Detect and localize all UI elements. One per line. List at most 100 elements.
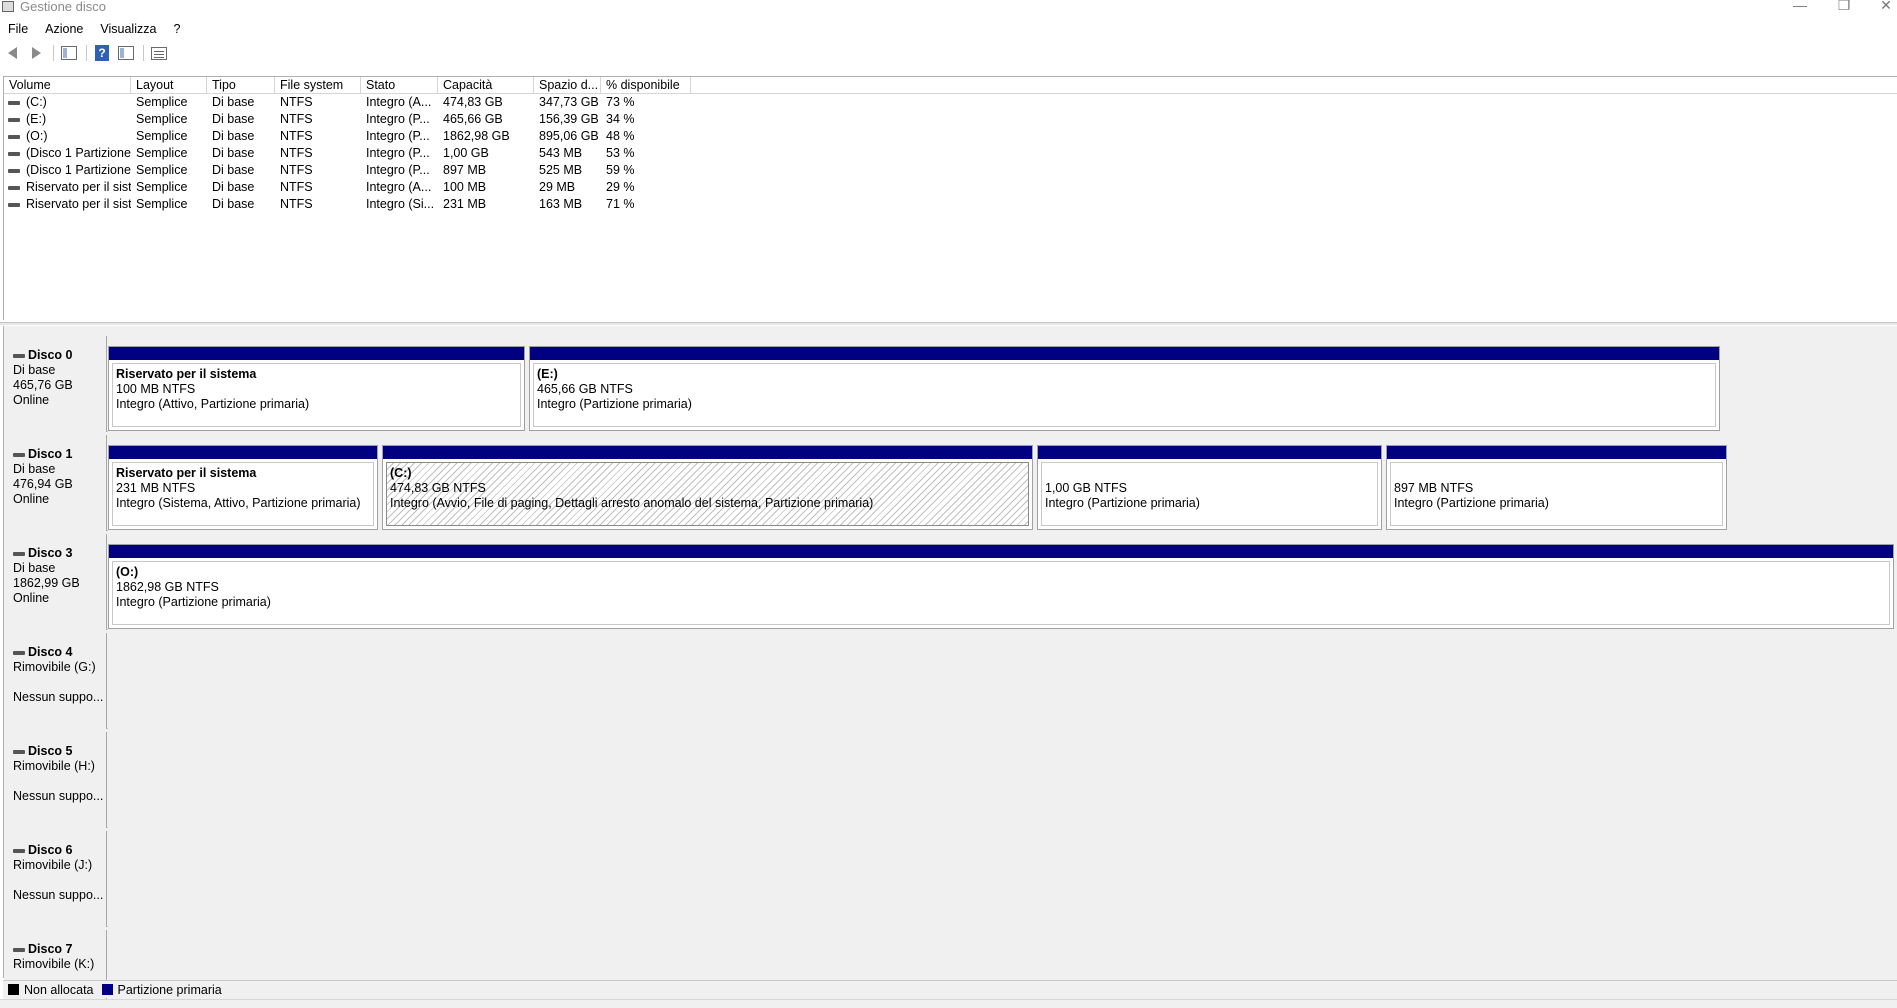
partition-details: (E:) 465,66 GB NTFS Integro (Partizione pr… [533, 363, 1716, 427]
properties-button[interactable] [116, 44, 136, 62]
partition-name [1394, 466, 1722, 481]
cell-layout: Semplice [136, 95, 188, 109]
partition-block[interactable]: 897 MB NTFS Integro (Partizione primaria) [1386, 445, 1727, 530]
cell-percent-disponibile: 34 % [606, 112, 635, 126]
cell-tipo: Di base [212, 95, 255, 109]
disk-name-text: Disco 6 [28, 843, 73, 857]
column-header-percent-disponibile[interactable]: % disponibile [601, 77, 691, 94]
disk-label[interactable]: Disco 3 Di base 1862,99 GB Online [4, 534, 107, 630]
cell-stato: Integro (Si... [366, 197, 435, 211]
partition-block[interactable]: Riservato per il sistema 231 MB NTFS Integ… [108, 445, 378, 530]
cell-tipo: Di base [212, 129, 255, 143]
partition-block[interactable]: Riservato per il sistema 100 MB NTFS Integ… [108, 346, 525, 431]
partition-bar [1038, 446, 1381, 459]
partition-name: (C:) [390, 466, 412, 480]
partition-block[interactable]: (C:) 474,83 GB NTFS Integro (Avvio, File d… [382, 445, 1033, 530]
table-row[interactable]: (E:) Semplice Di base NTFS Integro (P... 465,… [4, 111, 1897, 128]
partition-state: Integro (Attivo, Partizione primaria) [116, 397, 310, 411]
cell-spazio-disponibile: 29 MB [539, 180, 576, 194]
cell-tipo: Di base [212, 112, 255, 126]
disk-icon [13, 452, 25, 457]
cell-capacita: 100 MB [443, 180, 487, 194]
table-row[interactable]: (O:) Semplice Di base NTFS Integro (P... 1862… [4, 128, 1897, 145]
cell-capacita: 231 MB [443, 197, 487, 211]
column-header-stato[interactable]: Stato [361, 77, 438, 94]
back-button[interactable] [2, 44, 22, 62]
cell-stato: Integro (P... [366, 146, 430, 160]
volume-icon [8, 100, 20, 105]
volume-name: (C:) [26, 95, 47, 109]
disk-type: Di base [13, 462, 56, 476]
disk-type: Rimovibile (J:) [13, 858, 93, 872]
disk-name: Disco 6 [13, 843, 106, 858]
volume-name: Riservato per il sist... [26, 180, 131, 194]
column-header-volume[interactable]: Volume [4, 77, 131, 94]
partition-size: 1862,98 GB NTFS [116, 580, 219, 594]
column-header-layout[interactable]: Layout [131, 77, 207, 94]
menu-azione[interactable]: Azione [37, 18, 92, 40]
disk-label[interactable]: Disco 4 Rimovibile (G:) Nessun suppo... [4, 633, 107, 729]
partition-block[interactable]: (E:) 465,66 GB NTFS Integro (Partizione pr… [529, 346, 1720, 431]
cell-capacita: 474,83 GB [443, 95, 503, 109]
disk-status: Nessun suppo... [13, 789, 104, 803]
cell-spazio-disponibile: 895,06 GB [539, 129, 599, 143]
cell-percent-disponibile: 71 % [606, 197, 635, 211]
disk-status: Online [13, 492, 50, 506]
disk-label[interactable]: Disco 1 Di base 476,94 GB Online [4, 435, 107, 531]
legend: Non allocata Partizione primaria [3, 980, 1897, 998]
partition-bar [530, 347, 1719, 360]
legend-item-unallocated: Non allocata [8, 983, 94, 997]
table-row[interactable]: Riservato per il sist... Semplice Di base N… [4, 196, 1897, 213]
view-button[interactable] [149, 44, 169, 62]
cell-file-system: NTFS [280, 146, 313, 160]
column-header-file-system[interactable]: File system [275, 77, 361, 94]
partition-state: Integro (Sistema, Attivo, Partizione pri… [116, 496, 361, 510]
partition-block[interactable]: 1,00 GB NTFS Integro (Partizione primaria… [1037, 445, 1382, 530]
disk-row: Disco 4 Rimovibile (G:) Nessun suppo... [4, 633, 1897, 729]
close-button[interactable]: ✕ [1866, 0, 1897, 14]
partition-block[interactable]: (O:) 1862,98 GB NTFS Integro (Partizione p… [108, 544, 1894, 629]
column-header-spazio-disponibile[interactable]: Spazio d... [534, 77, 601, 94]
column-header-tipo[interactable]: Tipo [207, 77, 275, 94]
disk-label[interactable]: Disco 6 Rimovibile (J:) Nessun suppo... [4, 831, 107, 927]
console-tree-button[interactable] [59, 44, 79, 62]
disk-label[interactable]: Disco 5 Rimovibile (H:) Nessun suppo... [4, 732, 107, 828]
disk-name: Disco 5 [13, 744, 106, 759]
volume-icon [8, 168, 20, 173]
table-row[interactable]: Riservato per il sist... Semplice Di base N… [4, 179, 1897, 196]
help-button[interactable]: ? [92, 44, 112, 62]
forward-button[interactable] [26, 44, 46, 62]
column-header-capacita[interactable]: Capacità [438, 77, 534, 94]
volume-icon [8, 117, 20, 122]
table-row[interactable]: (C:) Semplice Di base NTFS Integro (A... 474,… [4, 94, 1897, 111]
disk-icon [13, 650, 25, 655]
volume-list[interactable]: Volume Layout Tipo File system Stato Cap… [3, 76, 1897, 320]
volume-name: (Disco 1 Partizione... [26, 146, 131, 160]
maximize-button[interactable]: ❐ [1824, 0, 1864, 14]
table-row[interactable]: (Disco 1 Partizione... Semplice Di base NTF… [4, 162, 1897, 179]
cell-capacita: 1862,98 GB [443, 129, 510, 143]
help-icon: ? [95, 45, 109, 61]
volume-icon [8, 202, 20, 207]
toolbar-separator [53, 45, 54, 61]
legend-swatch-unallocated [8, 984, 19, 995]
table-row[interactable]: (Disco 1 Partizione... Semplice Di base NTF… [4, 145, 1897, 162]
volume-list-header: Volume Layout Tipo File system Stato Cap… [4, 77, 1897, 94]
partition-name: (O:) [116, 565, 139, 579]
console-tree-icon [61, 46, 77, 60]
cell-volume: Riservato per il sist... [4, 196, 131, 213]
minimize-button[interactable]: — [1780, 0, 1820, 14]
toolbar-separator [86, 45, 87, 61]
menu-visualizza[interactable]: Visualizza [92, 18, 165, 40]
menu-file[interactable]: File [0, 18, 37, 40]
title-bar: Gestione disco — ❐ ✕ [0, 0, 1897, 14]
toolbar-separator [143, 45, 144, 61]
disk-spacer [13, 873, 106, 888]
menu-help[interactable]: ? [165, 18, 189, 40]
cell-stato: Integro (P... [366, 112, 430, 126]
disk-label[interactable]: Disco 0 Di base 465,76 GB Online [4, 336, 107, 432]
pane-splitter[interactable] [0, 322, 1897, 325]
disk-size: 465,76 GB [13, 378, 73, 392]
disk-type: Rimovibile (G:) [13, 660, 96, 674]
disk-name: Disco 4 [13, 645, 106, 660]
